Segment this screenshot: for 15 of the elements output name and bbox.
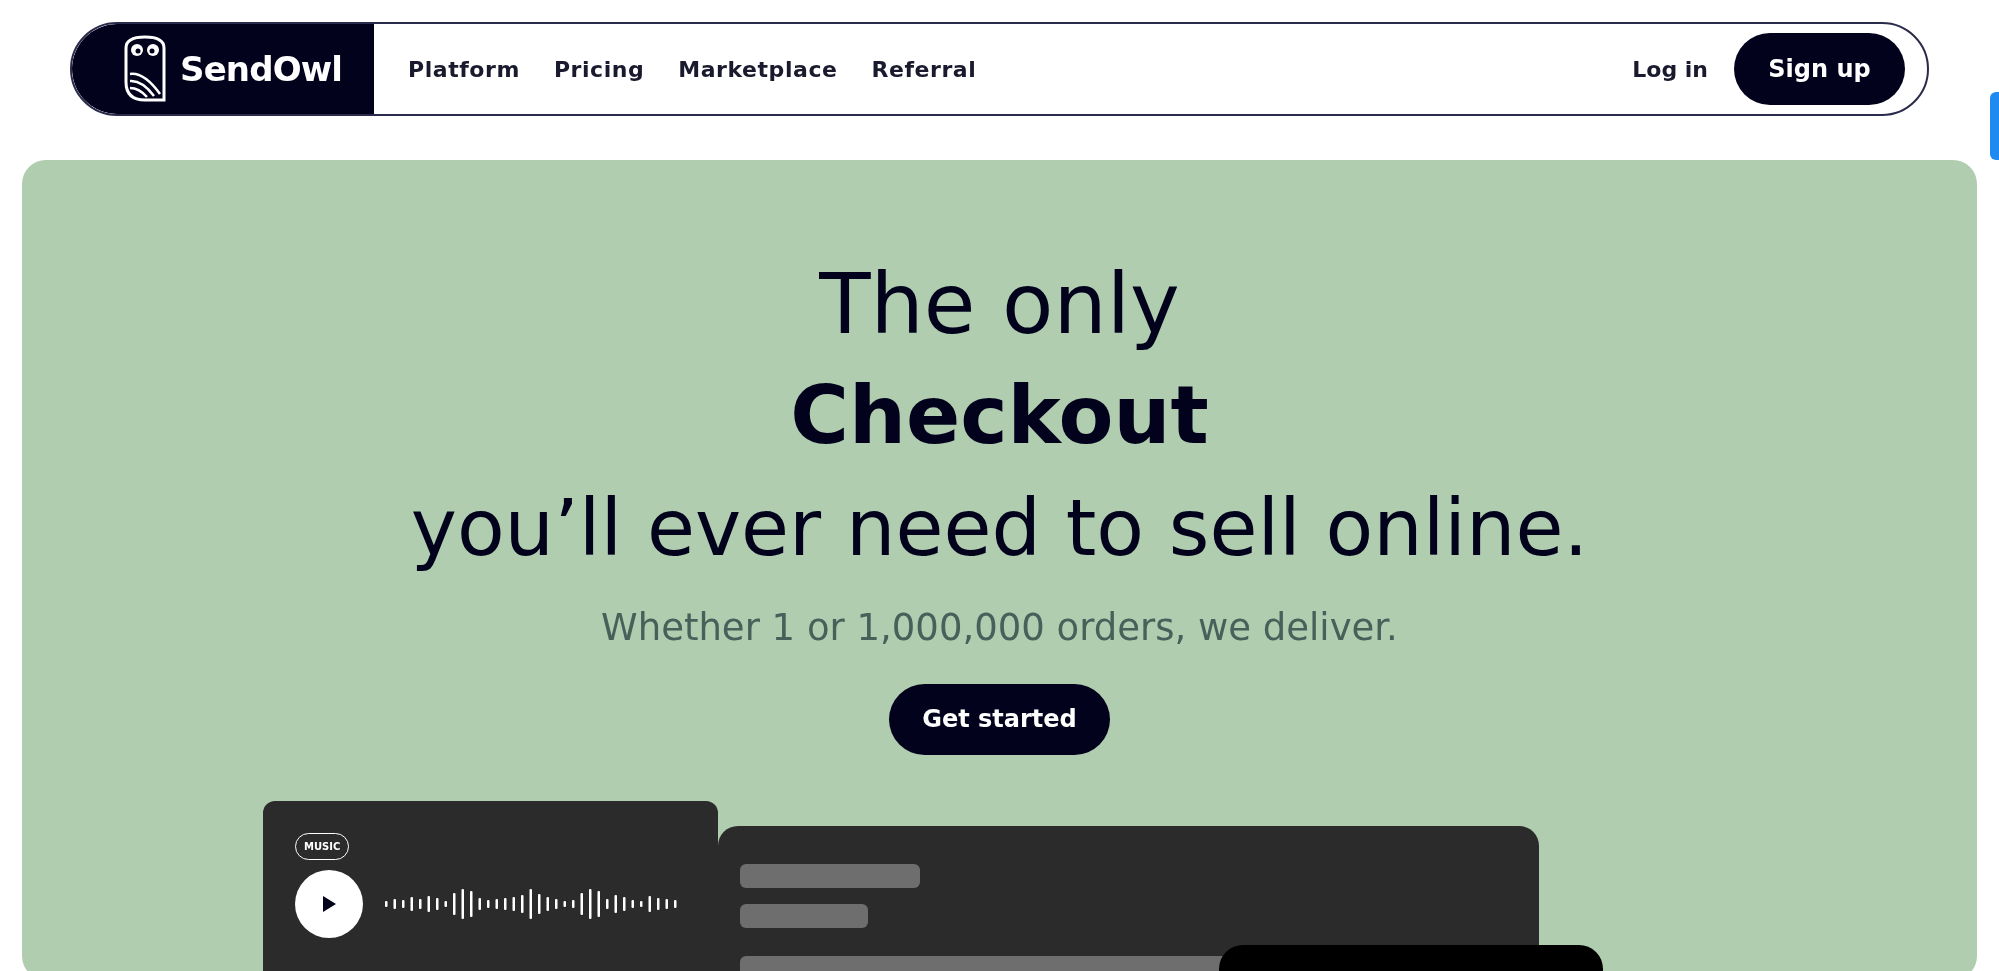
brand-logo[interactable]: SendOwl (72, 24, 374, 114)
hero-heading-line: you’ll ever need to sell online. (410, 482, 1589, 575)
hero-heading-line: Checkout (790, 368, 1209, 464)
hero-heading-line: The only (819, 254, 1180, 355)
brand-name: SendOwl (180, 47, 343, 91)
signup-button[interactable]: Sign up (1734, 33, 1905, 105)
nav-link[interactable]: Pricing (553, 52, 645, 86)
nav-link[interactable]: Platform (408, 52, 520, 86)
owl-logo-icon (122, 34, 168, 104)
nav-link[interactable]: Marketplace (678, 52, 838, 86)
hero-subtitle: Whether 1 or 1,000,000 orders, we deliver. (601, 605, 1398, 651)
play-icon (321, 895, 337, 913)
login-link[interactable]: Log in (1632, 52, 1708, 86)
get-started-button[interactable]: Get started (889, 683, 1110, 755)
nav-link[interactable]: Referral (871, 52, 977, 86)
